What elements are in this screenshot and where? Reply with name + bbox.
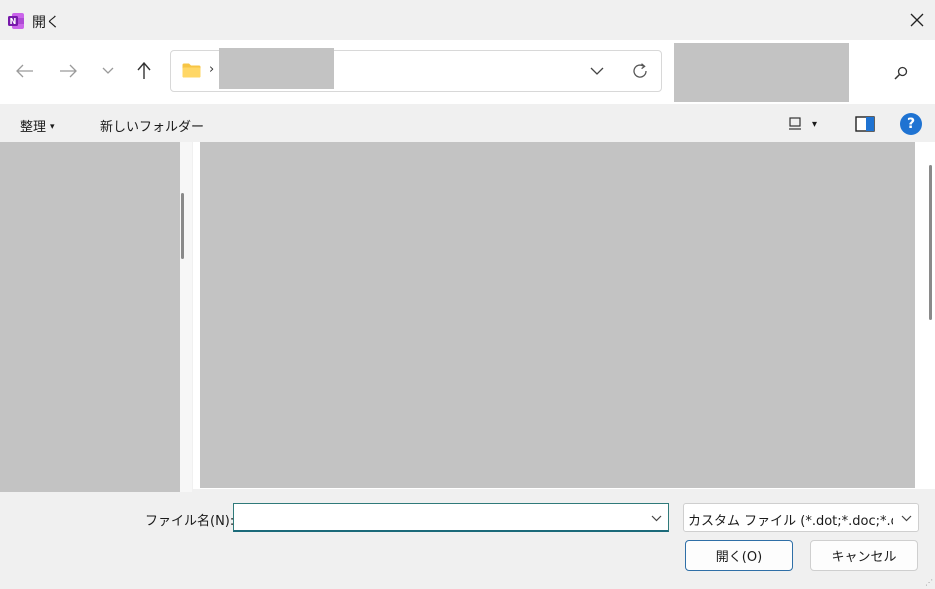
change-view-button[interactable]: ▾: [788, 114, 832, 134]
resize-grip-icon[interactable]: ⋰: [925, 578, 933, 587]
filename-field[interactable]: [233, 503, 669, 532]
onenote-icon: N: [8, 13, 24, 29]
onenote-icon-letter: N: [10, 17, 17, 26]
up-button[interactable]: [129, 56, 159, 86]
filename-history-dropdown[interactable]: [648, 510, 664, 526]
folder-icon: [182, 63, 201, 78]
breadcrumb-redacted[interactable]: [219, 48, 334, 89]
search-button[interactable]: [890, 62, 912, 84]
filename-label: ファイル名(N):: [145, 514, 235, 529]
title-bar: [0, 0, 935, 40]
forward-button[interactable]: [53, 56, 83, 86]
search-input-redacted[interactable]: [674, 43, 849, 102]
file-type-dropdown: [898, 510, 914, 526]
chevron-down-icon: [102, 67, 114, 74]
window-title: 開く: [32, 15, 60, 31]
caret-down-icon: ▾: [812, 118, 818, 130]
file-type-select[interactable]: カスタム ファイル (*.dot;*.doc;*.doc: [683, 503, 919, 532]
chevron-down-icon: [590, 67, 604, 75]
open-button[interactable]: 開く(O): [685, 540, 793, 571]
back-button[interactable]: [10, 56, 40, 86]
address-history-dropdown[interactable]: [585, 58, 609, 84]
help-button[interactable]: ?: [900, 113, 922, 135]
navigation-pane-scroll-thumb[interactable]: [181, 193, 184, 259]
view-icon: [789, 117, 801, 130]
navigation-pane-redacted[interactable]: [0, 142, 180, 492]
file-type-value: カスタム ファイル (*.dot;*.doc;*.doc: [688, 514, 893, 529]
arrow-left-icon: [16, 64, 33, 78]
cancel-button[interactable]: キャンセル: [810, 540, 918, 571]
new-folder-button[interactable]: 新しいフォルダー: [100, 116, 204, 135]
organize-button[interactable]: 整理 ▾: [20, 116, 55, 135]
recent-locations-button[interactable]: [93, 56, 123, 86]
preview-pane-button[interactable]: [854, 114, 876, 134]
file-list-scroll-thumb[interactable]: [929, 165, 932, 320]
close-icon: [910, 13, 924, 27]
filename-input[interactable]: [237, 506, 641, 530]
organize-label: 整理: [20, 120, 47, 135]
refresh-icon: [633, 63, 647, 78]
refresh-button[interactable]: [626, 57, 654, 85]
breadcrumb-separator: ›: [209, 62, 215, 77]
close-button[interactable]: [900, 6, 934, 34]
file-list-redacted[interactable]: [200, 142, 915, 488]
arrow-right-icon: [60, 64, 77, 78]
caret-down-icon: ▾: [50, 122, 55, 132]
chevron-down-icon: [651, 515, 661, 521]
chevron-down-icon: [901, 515, 911, 521]
arrow-up-icon: [137, 62, 151, 79]
search-icon: [894, 66, 908, 80]
